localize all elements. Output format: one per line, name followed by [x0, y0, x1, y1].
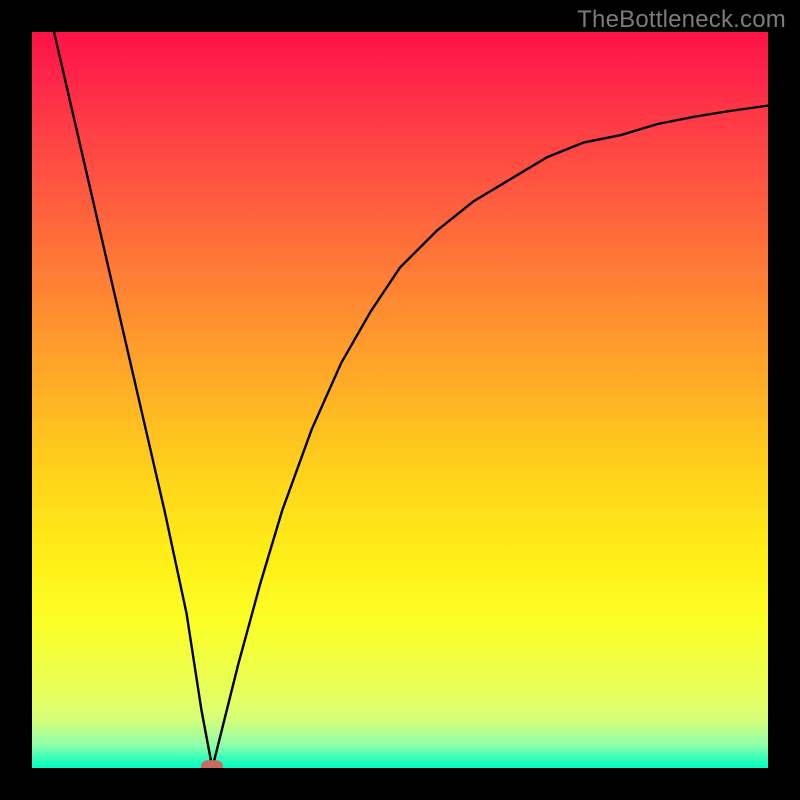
watermark-text: TheBottleneck.com — [577, 6, 786, 34]
plot-area — [32, 32, 768, 768]
minimum-marker — [201, 760, 223, 768]
bottleneck-curve — [32, 32, 768, 768]
chart-frame: TheBottleneck.com — [0, 0, 800, 800]
